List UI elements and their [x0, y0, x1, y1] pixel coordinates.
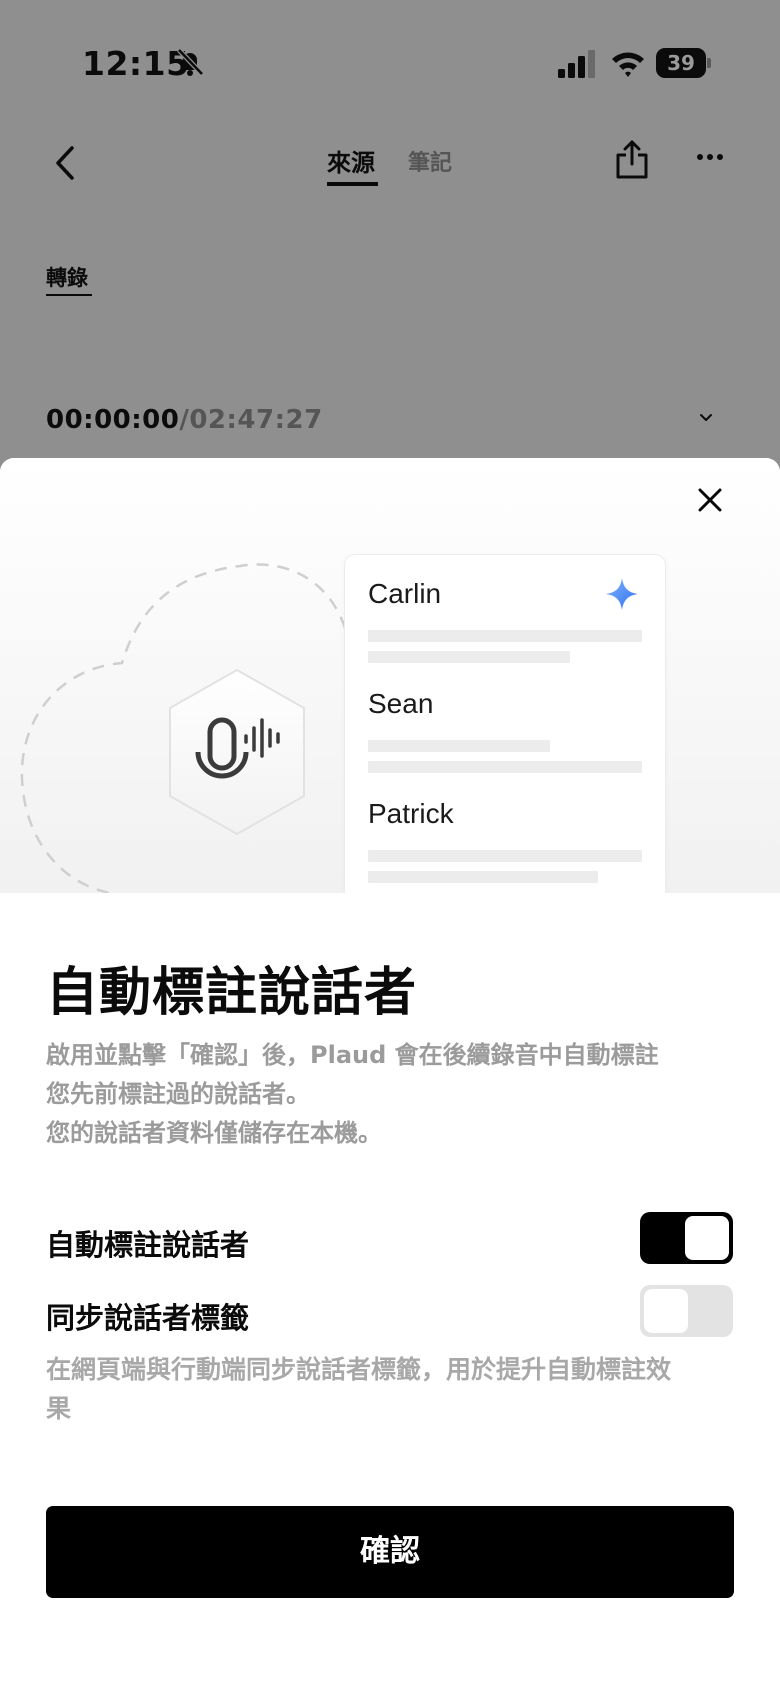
speaker-labeling-sheet: Carlin Sean Patrick 自動標註說話者 啟用並點擊「確認」後，P… — [0, 458, 780, 1696]
auto-label-toggle[interactable] — [640, 1212, 733, 1264]
cellular-signal-icon — [558, 50, 595, 78]
setting-row-auto-label: 自動標註說話者 — [46, 1212, 736, 1264]
placeholder-line — [368, 871, 598, 883]
battery-level: 39 — [667, 51, 695, 75]
setting-row-sync-labels: 同步說話者標籤 — [46, 1285, 736, 1337]
more-options-icon[interactable] — [696, 152, 724, 162]
tab-source[interactable]: 來源 — [327, 143, 375, 178]
time-separator: / — [179, 405, 190, 435]
confirm-button[interactable]: 確認 — [46, 1506, 734, 1598]
subtab-indicator — [46, 294, 92, 296]
status-bar: 12:15 39 — [0, 0, 780, 120]
ai-sparkle-icon — [606, 578, 638, 610]
top-nav: 來源 筆記 — [0, 130, 780, 200]
battery-icon: 39 — [656, 48, 712, 78]
description-line: 啟用並點擊「確認」後，Plaud 會在後續錄音中自動標註 — [46, 1041, 659, 1069]
setting-label: 同步說話者標籤 — [46, 1301, 250, 1335]
sync-labels-toggle[interactable] — [640, 1285, 733, 1337]
subtab-transcript[interactable]: 轉錄 — [46, 262, 88, 292]
speaker-name: Patrick — [368, 798, 454, 829]
placeholder-line — [368, 761, 642, 773]
chevron-down-icon[interactable] — [699, 412, 713, 424]
speaker-illustration: Carlin Sean Patrick — [0, 458, 780, 893]
toggle-knob — [644, 1289, 688, 1333]
bell-muted-icon — [177, 48, 204, 76]
placeholder-line — [368, 850, 642, 862]
active-tab-indicator — [327, 182, 378, 186]
speaker-list-card: Carlin Sean Patrick — [345, 555, 665, 893]
close-icon[interactable] — [696, 486, 724, 514]
description-line: 您的說話者資料僅儲存在本機。 — [46, 1119, 382, 1147]
setting-label: 自動標註說話者 — [46, 1228, 250, 1262]
microphone-badge-icon — [169, 668, 305, 836]
placeholder-line — [368, 630, 642, 642]
sheet-title: 自動標註說話者 — [46, 963, 418, 1023]
back-chevron-icon[interactable] — [50, 145, 80, 181]
background-screen: 12:15 39 來源 筆記 轉錄 00:00:00/02:47:27 — [0, 0, 780, 470]
description-line: 您先前標註過的說話者。 — [46, 1080, 310, 1108]
placeholder-line — [368, 651, 570, 663]
playback-time: 00:00:00/02:47:27 — [46, 405, 323, 435]
sync-hint: 在網頁端與行動端同步說話者標籤，用於提升自動標註效 果 — [46, 1350, 746, 1428]
wifi-icon — [612, 52, 644, 77]
placeholder-line — [368, 740, 550, 752]
total-time: 02:47:27 — [189, 405, 323, 435]
share-icon[interactable] — [614, 138, 650, 180]
current-time: 00:00:00 — [46, 405, 180, 435]
hint-line: 果 — [46, 1394, 72, 1423]
speaker-name: Sean — [368, 688, 434, 719]
hint-line: 在網頁端與行動端同步說話者標籤，用於提升自動標註效 — [46, 1355, 672, 1384]
sheet-description: 啟用並點擊「確認」後，Plaud 會在後續錄音中自動標註 您先前標註過的說話者。… — [46, 1036, 746, 1153]
tab-notes[interactable]: 筆記 — [408, 145, 452, 177]
speaker-name: Carlin — [368, 578, 442, 609]
toggle-knob — [685, 1216, 729, 1260]
